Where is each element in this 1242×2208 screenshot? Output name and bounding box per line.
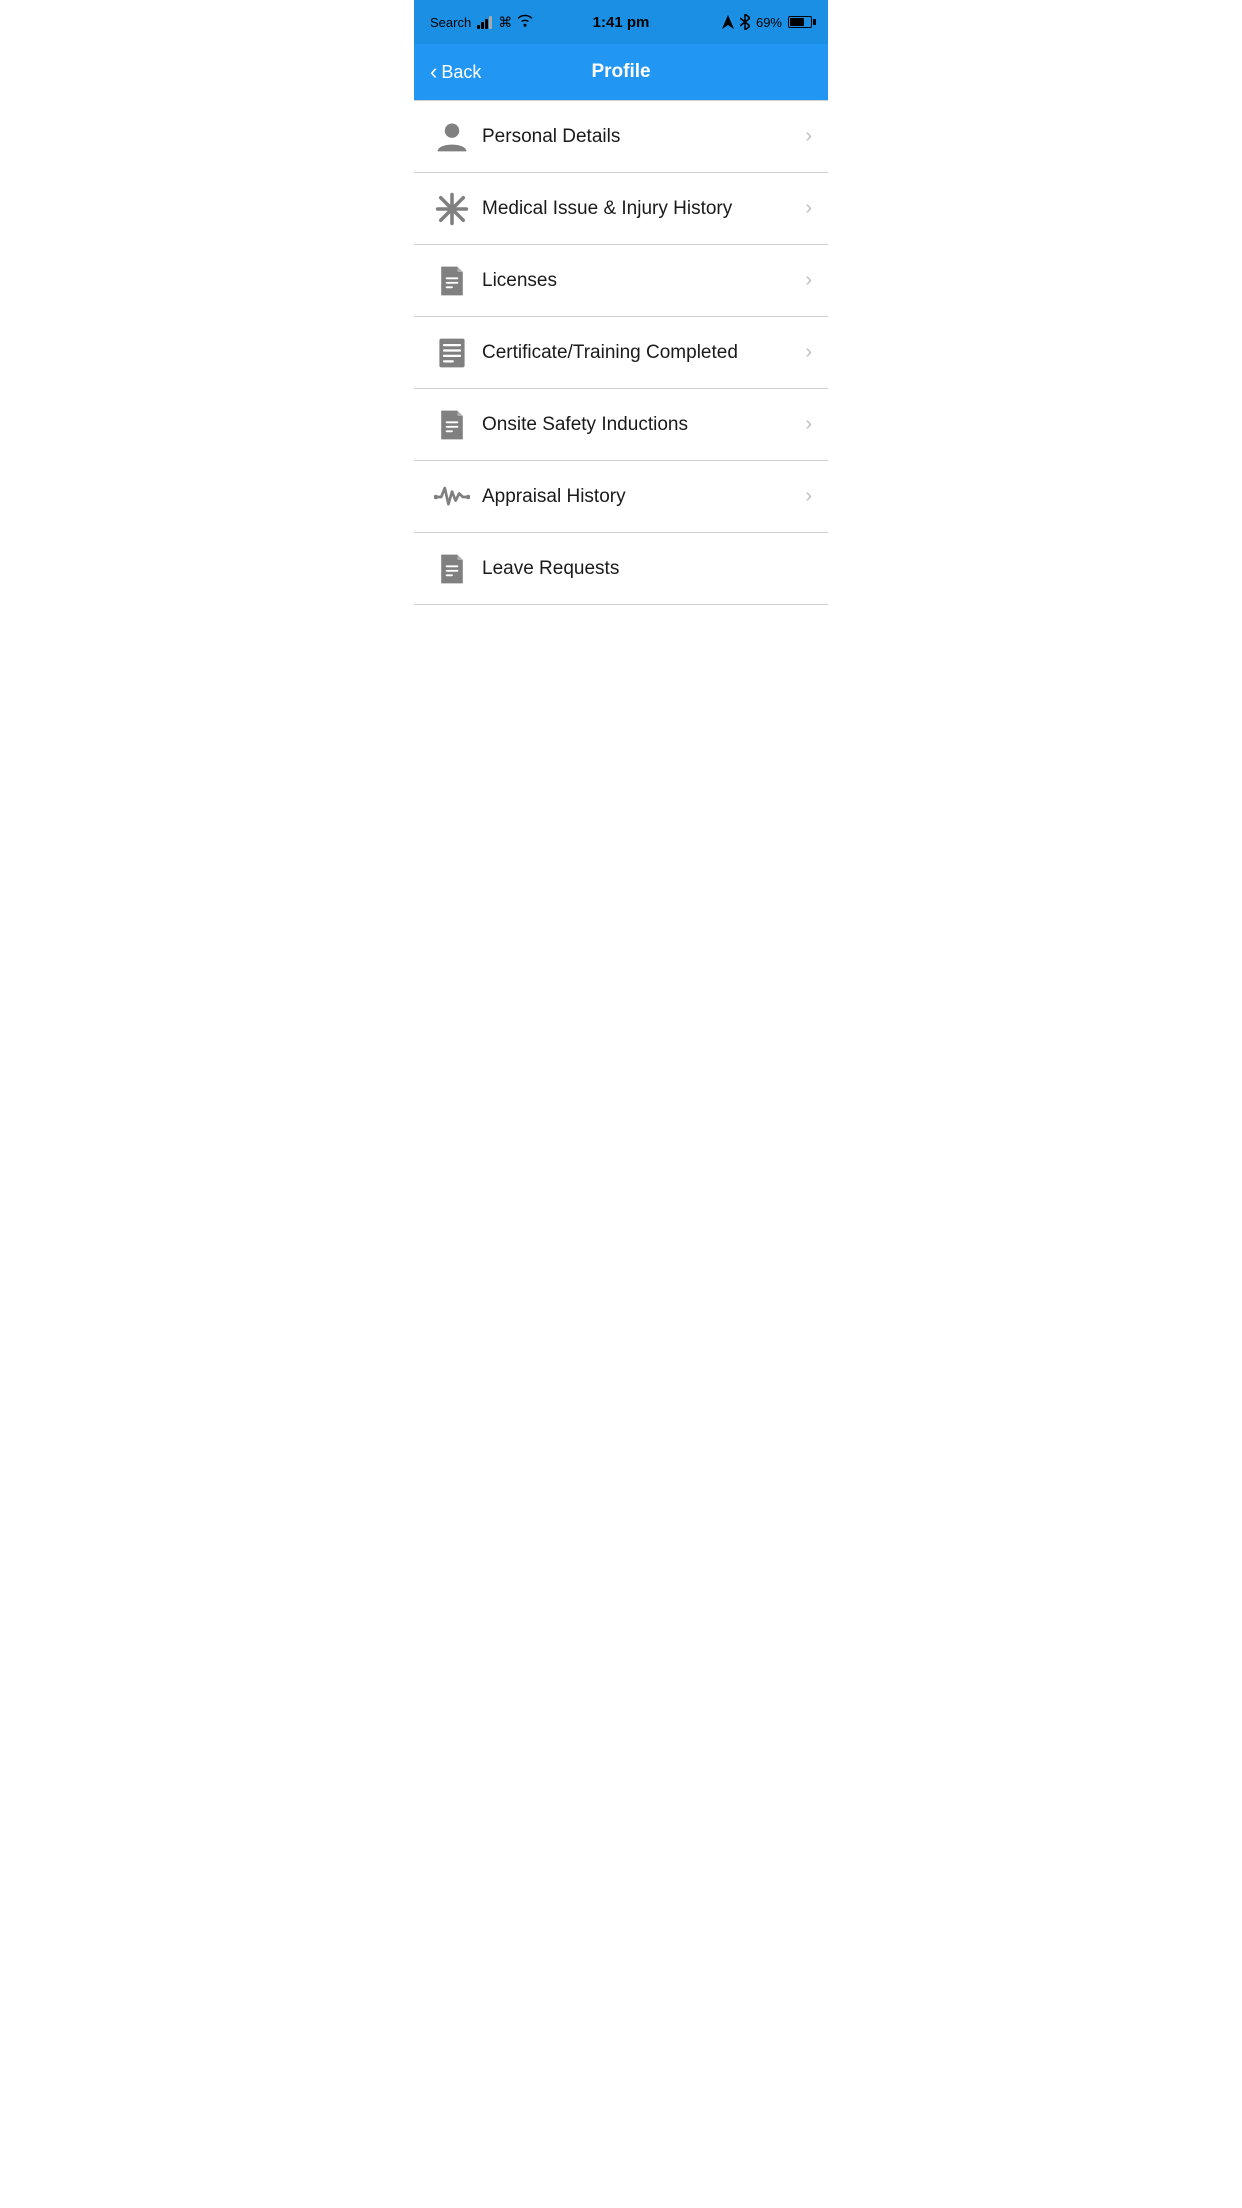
onsite-safety-icon — [430, 407, 474, 443]
nav-bar: ‹ Back Profile — [414, 44, 828, 100]
wifi-icon: ⌘ — [498, 13, 534, 31]
menu-item-personal-details[interactable]: Personal Details › — [414, 101, 828, 173]
status-right: 69% — [722, 14, 812, 30]
certificate-icon — [430, 335, 474, 371]
menu-item-medical-issue[interactable]: Medical Issue & Injury History › — [414, 173, 828, 245]
certificate-training-chevron-icon: › — [805, 341, 812, 364]
page-title: Profile — [591, 61, 650, 83]
status-bar: Search ⌘ 1:41 pm 69% — [414, 0, 828, 44]
battery-fill — [790, 18, 804, 26]
licenses-icon — [430, 263, 474, 299]
location-icon — [722, 15, 734, 29]
menu-item-appraisal-history[interactable]: Appraisal History › — [414, 461, 828, 533]
back-label: Back — [441, 62, 481, 83]
leave-requests-label: Leave Requests — [482, 558, 805, 580]
status-left: Search ⌘ — [430, 13, 534, 31]
person-icon — [430, 119, 474, 155]
personal-details-chevron-icon: › — [805, 125, 812, 148]
appraisal-history-label: Appraisal History — [482, 486, 805, 508]
signal-bar-1 — [477, 25, 480, 29]
medical-icon — [430, 191, 474, 227]
medical-issue-label: Medical Issue & Injury History — [482, 198, 805, 220]
licenses-label: Licenses — [482, 270, 805, 292]
battery-percent: 69% — [756, 15, 782, 30]
back-chevron-icon: ‹ — [430, 61, 437, 83]
status-time: 1:41 pm — [593, 14, 650, 31]
back-button[interactable]: ‹ Back — [430, 61, 481, 83]
signal-bar-3 — [485, 19, 488, 29]
licenses-chevron-icon: › — [805, 269, 812, 292]
menu-item-certificate-training[interactable]: Certificate/Training Completed › — [414, 317, 828, 389]
signal-bar-4 — [489, 16, 492, 29]
personal-details-label: Personal Details — [482, 126, 805, 148]
certificate-training-label: Certificate/Training Completed — [482, 342, 805, 364]
leave-requests-icon — [430, 551, 474, 587]
bluetooth-icon — [740, 14, 750, 30]
app-name: Search — [430, 15, 471, 30]
battery-icon — [788, 16, 812, 28]
menu-item-onsite-safety[interactable]: Onsite Safety Inductions › — [414, 389, 828, 461]
menu-item-licenses[interactable]: Licenses › — [414, 245, 828, 317]
appraisal-history-chevron-icon: › — [805, 485, 812, 508]
menu-list: Personal Details › Medical Issue & Injur… — [414, 101, 828, 605]
battery-container — [788, 16, 812, 28]
onsite-safety-chevron-icon: › — [805, 413, 812, 436]
signal-bars — [477, 15, 492, 29]
medical-issue-chevron-icon: › — [805, 197, 812, 220]
onsite-safety-label: Onsite Safety Inductions — [482, 414, 805, 436]
signal-bar-2 — [481, 22, 484, 29]
menu-item-leave-requests[interactable]: Leave Requests › — [414, 533, 828, 605]
appraisal-history-icon — [430, 479, 474, 515]
